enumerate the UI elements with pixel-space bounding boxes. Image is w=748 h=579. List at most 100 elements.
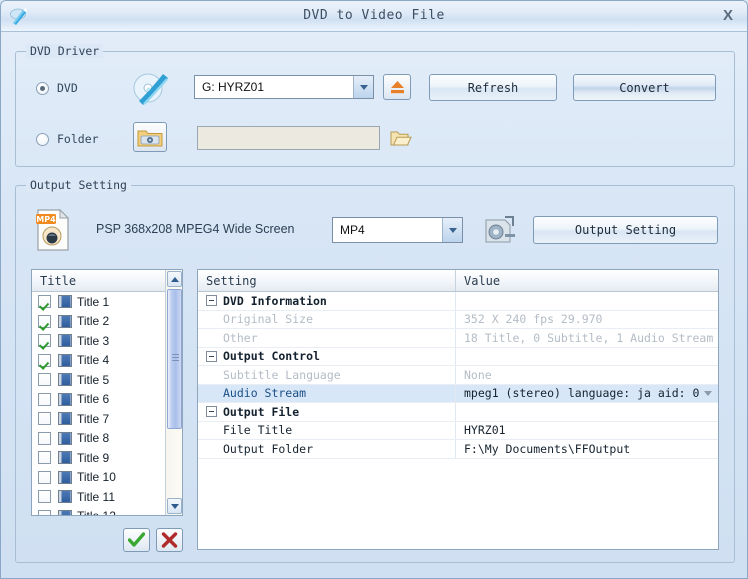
video-title-icon [58, 431, 72, 445]
chevron-down-icon[interactable] [353, 76, 373, 98]
folder-radio-row[interactable]: Folder [36, 132, 99, 146]
drive-select[interactable]: G: HYRZ01 [194, 75, 374, 99]
title-checkbox[interactable] [38, 451, 51, 465]
folder-picker-button[interactable] [133, 122, 167, 152]
setting-value: 18 Title, 0 Subtitle, 1 Audio Stream [464, 330, 714, 345]
dvd-radio[interactable] [36, 81, 49, 95]
table-row[interactable]: Output Folder F:\My Documents\FFOutput [198, 440, 718, 459]
title-list-header: Title [32, 270, 182, 292]
list-item[interactable]: Title 6 [32, 390, 182, 410]
folder-camera-icon [137, 130, 163, 146]
scrollbar-thumb[interactable] [167, 289, 182, 429]
table-row[interactable]: Output File [198, 403, 718, 422]
table-row[interactable]: Audio Stream mpeg1 (stereo) language: ja … [198, 384, 718, 403]
list-item[interactable]: Title 3 [32, 331, 182, 351]
title-checkbox[interactable] [38, 392, 51, 406]
folder-radio[interactable] [36, 132, 49, 146]
title-checkbox[interactable] [38, 353, 51, 367]
list-item-label: Title 12 [77, 509, 116, 515]
title-checkbox[interactable] [38, 412, 51, 426]
setting-name: Other [223, 330, 258, 345]
browse-folder-button[interactable] [387, 125, 415, 151]
list-item[interactable]: Title 8 [32, 429, 182, 449]
settings-table-body[interactable]: DVD Information Original Size 352 X 240 fp… [198, 292, 718, 459]
list-item[interactable]: Title 12 [32, 507, 182, 515]
list-item-label: Title 1 [77, 294, 110, 309]
open-folder-icon [390, 131, 412, 145]
eject-icon [390, 80, 404, 93]
scroll-up-icon[interactable] [167, 271, 182, 287]
video-settings-icon[interactable] [483, 214, 517, 246]
list-item[interactable]: Title 7 [32, 409, 182, 429]
video-title-icon [58, 373, 72, 387]
setting-name: Output File [223, 404, 300, 419]
scroll-down-icon[interactable] [167, 498, 182, 514]
title-list-body[interactable]: Title 1 Title 2 Title 3 Title 4 Title 5 Title… [32, 292, 182, 515]
video-title-icon [58, 470, 72, 484]
title-list-scrollbar[interactable] [165, 270, 182, 515]
setting-value: None [464, 367, 492, 382]
list-item[interactable]: Title 10 [32, 468, 182, 488]
list-item[interactable]: Title 11 [32, 487, 182, 507]
setting-name: Original Size [223, 312, 314, 327]
list-item[interactable]: Title 5 [32, 370, 182, 390]
eject-button[interactable] [383, 74, 411, 100]
list-item-label: Title 7 [77, 411, 110, 426]
video-title-icon [58, 490, 72, 504]
list-item-label: Title 4 [77, 353, 110, 368]
table-row[interactable]: File Title HYRZ01 [198, 421, 718, 440]
video-title-icon [58, 353, 72, 367]
title-checkbox[interactable] [38, 470, 51, 484]
collapse-icon[interactable] [206, 350, 217, 362]
chevron-down-icon[interactable] [704, 390, 712, 396]
table-row[interactable]: Output Control [198, 347, 718, 366]
setting-name: Audio Stream [223, 386, 307, 401]
title-checkbox[interactable] [38, 334, 51, 348]
list-item[interactable]: Title 4 [32, 351, 182, 371]
dvd-disc-icon [130, 71, 172, 109]
list-item-label: Title 6 [77, 392, 110, 407]
refresh-button[interactable]: Refresh [429, 74, 557, 101]
video-title-icon [58, 314, 72, 328]
collapse-icon[interactable] [206, 406, 217, 418]
drive-select-value: G: HYRZ01 [202, 80, 265, 94]
output-setting-button[interactable]: Output Setting [533, 216, 718, 244]
format-select-value: MP4 [340, 223, 365, 237]
close-icon[interactable]: X [715, 5, 741, 27]
ok-button[interactable] [123, 528, 150, 552]
video-title-icon [58, 295, 72, 309]
folder-path-input[interactable] [197, 126, 380, 150]
table-row[interactable]: Original Size 352 X 240 fps 29.970 [198, 310, 718, 329]
title-checkbox[interactable] [38, 295, 51, 309]
setting-name: Output Control [223, 349, 320, 364]
setting-value: mpeg1 (stereo) language: ja aid: 0 [464, 386, 700, 401]
table-row[interactable]: Other 18 Title, 0 Subtitle, 1 Audio Strea… [198, 329, 718, 348]
title-list-panel: Title Title 1 Title 2 Title 3 Title 4 Title … [31, 269, 183, 516]
list-item[interactable]: Title 9 [32, 448, 182, 468]
title-checkbox[interactable] [38, 490, 51, 504]
format-select[interactable]: MP4 [332, 217, 463, 243]
title-bar: DVD to Video File X [1, 1, 747, 32]
table-row[interactable]: Subtitle Language None [198, 366, 718, 385]
collapse-icon[interactable] [206, 295, 217, 307]
title-checkbox[interactable] [38, 509, 51, 515]
title-checkbox[interactable] [38, 314, 51, 328]
profile-description: PSP 368x208 MPEG4 Wide Screen [96, 222, 295, 236]
convert-button[interactable]: Convert [573, 74, 716, 101]
video-title-icon [58, 392, 72, 406]
cancel-button[interactable] [156, 528, 183, 552]
list-item-label: Title 11 [77, 489, 116, 504]
title-checkbox[interactable] [38, 373, 51, 387]
list-item[interactable]: Title 2 [32, 312, 182, 332]
title-checkbox[interactable] [38, 431, 51, 445]
dvd-driver-group-title: DVD Driver [26, 44, 104, 58]
green-check-icon [128, 532, 145, 547]
list-item-label: Title 2 [77, 314, 110, 329]
red-x-icon [161, 532, 178, 548]
list-item[interactable]: Title 1 [32, 292, 182, 312]
dvd-radio-row[interactable]: DVD [36, 81, 78, 95]
svg-text:MP4: MP4 [36, 215, 56, 224]
dvd-to-video-file-window: DVD to Video File X DVD Driver DVD G: HY… [0, 0, 748, 579]
chevron-down-icon[interactable] [442, 218, 462, 242]
table-row[interactable]: DVD Information [198, 292, 718, 311]
